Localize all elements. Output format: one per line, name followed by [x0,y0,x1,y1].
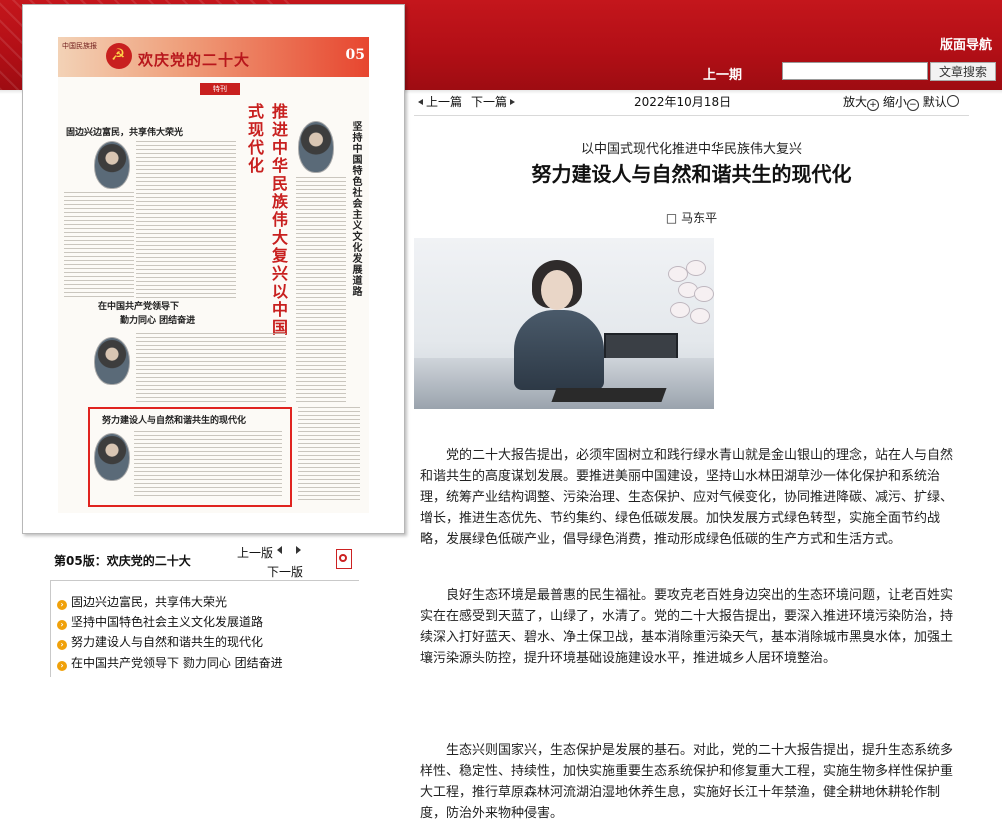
next-page-arrow-icon[interactable] [296,546,301,554]
article-text-block [296,177,346,402]
article-paragraph: 良好生态环境是最普惠的民生福祉。要攻克老百姓身边突出的生态环境问题，让老百姓实实… [420,588,954,666]
banner-title: 欢庆党的二十大 [138,51,251,69]
page-number: 05 [345,47,365,63]
article-subtitle: 以中国式现代化推进中华民族伟大复兴 [580,142,802,157]
author-portrait-1 [94,141,130,189]
arrow-bullet-icon: › [57,661,67,671]
article-paragraph: 党的二十大报告提出，必须牢固树立和践行绿水青山就是金山银山的理念，站在人与自然和… [420,448,954,547]
article-toolbar: 上一篇 下一篇 2022年10月18日 放大 + 缩小 − 默认 [414,92,974,111]
article-text-block [134,431,282,497]
party-emblem-icon [106,43,132,69]
headline-black-vertical[interactable]: 坚持中国特色社会主义文化发展道路 [348,121,363,321]
minus-circle-icon: − [906,99,919,111]
list-item[interactable]: › 固边兴边富民，共享伟大荣光 [57,593,227,610]
search-input[interactable] [782,62,928,80]
article-link[interactable]: 固边兴边富民，共享伟大荣光 [71,595,227,609]
author-portrait-4 [94,433,130,481]
pdf-icon[interactable] [336,549,352,569]
author-portrait-3 [94,337,130,385]
article-text-block [298,407,360,503]
article-head-1[interactable]: 固边兴边富民，共享伟大荣光 [66,125,183,138]
previous-page-link[interactable]: 上一版 [237,544,273,561]
article-search-button[interactable]: 文章搜索 [930,62,996,81]
author-photo [414,238,714,409]
previous-article-link[interactable]: 上一篇 [418,93,462,110]
previous-issue-link[interactable]: 上一期 [703,64,742,83]
circle-icon [946,95,959,107]
left-triangle-icon [418,99,423,105]
plus-circle-icon: + [867,99,880,111]
toolbar-divider [414,115,969,116]
author-portrait-2 [298,121,334,173]
zoom-out-button[interactable]: 缩小 − [882,95,919,111]
zoom-controls: 放大 + 缩小 − 默认 [843,93,959,111]
article-link[interactable]: 努力建设人与自然和谐共生的现代化 [71,635,263,649]
page-label: 第05版：欢庆党的二十大 [54,554,191,568]
newspaper-page-thumbnail[interactable]: 中国民族报 欢庆党的二十大 05 特刊 固边兴边富民，共享伟大荣光 推进中华民族… [58,37,369,513]
article-head-2-line1[interactable]: 在中国共产党领导下 [98,299,179,312]
list-item[interactable]: › 努力建设人与自然和谐共生的现代化 [57,633,263,650]
next-article-label: 下一篇 [471,95,508,109]
list-item[interactable]: › 坚持中国特色社会主义文化发展道路 [57,613,263,630]
previous-article-label: 上一篇 [426,95,463,109]
right-triangle-icon [510,99,516,105]
article-paragraph: 生态兴则国家兴，生态保护是发展的基石。对此，党的二十大报告提出，提升生态系统多样… [420,743,954,821]
headline-red-vertical[interactable]: 推进中华民族伟大复兴以中国式现代化 [242,103,290,343]
person-illustration [514,260,604,390]
keyboard-illustration [551,388,667,402]
default-zoom-label: 默认 [922,95,947,109]
arrow-bullet-icon: › [57,620,67,630]
article-head-2-line2[interactable]: 勤力同心 团结奋进 [120,313,195,326]
next-article-link[interactable]: 下一篇 [471,93,516,110]
article-head-3[interactable]: 努力建设人与自然和谐共生的现代化 [102,413,246,426]
list-item[interactable]: › 在中国共产党领导下 勠力同心 团结奋进 [57,654,283,671]
previous-page-arrow-icon[interactable] [277,546,282,554]
arrow-bullet-icon: › [57,600,67,610]
article-link[interactable]: 坚持中国特色社会主义文化发展道路 [71,615,263,629]
zoom-in-button[interactable]: 放大 + [843,95,880,111]
orchid-illustration [664,258,714,368]
zoom-in-label: 放大 [843,95,868,109]
next-page-link[interactable]: 下一版 [267,563,303,580]
article-text-block [136,141,236,301]
special-issue-tag: 特刊 [200,83,240,95]
arrow-bullet-icon: › [57,640,67,650]
page-thumbnail-frame: 中国民族报 欢庆党的二十大 05 特刊 固边兴边富民，共享伟大荣光 推进中华民族… [22,4,405,534]
article-author: □ 马东平 [665,211,718,225]
issue-date: 2022年10月18日 [634,95,732,109]
layout-navigation-title[interactable]: 版面导航 [940,34,992,53]
article-link[interactable]: 在中国共产党领导下 勠力同心 团结奋进 [71,656,283,670]
newspaper-brand: 中国民族报 [62,42,97,50]
default-zoom-button[interactable]: 默认 [923,95,959,109]
zoom-out-label: 缩小 [882,95,907,109]
article-title: 努力建设人与自然和谐共生的现代化 [531,162,852,186]
article-text-block [136,333,286,403]
article-text-block [64,192,134,300]
